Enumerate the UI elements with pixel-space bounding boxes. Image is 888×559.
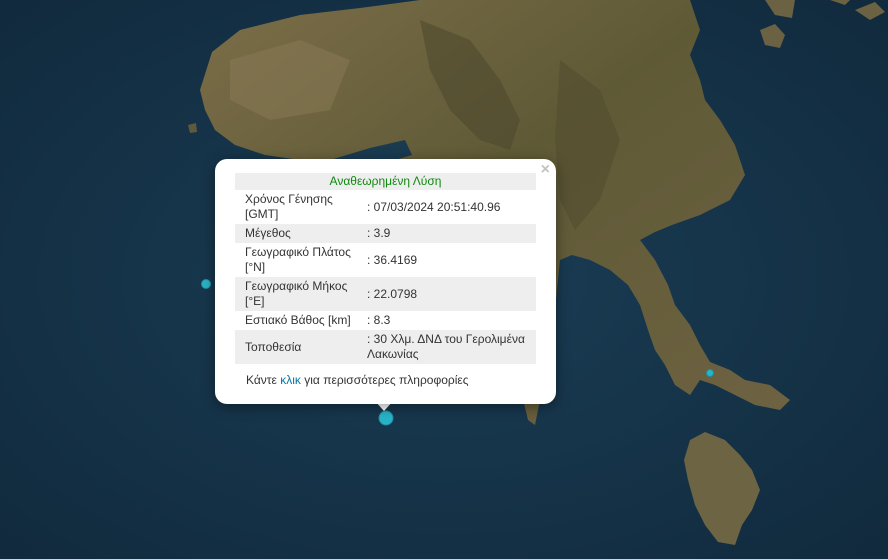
table-row: Εστιακό Βάθος [km] : 8.3: [235, 311, 536, 330]
popup-title: Αναθεωρημένη Λύση: [235, 173, 536, 190]
location-value: : 30 Χλμ. ΔΝΔ του Γερολιμένα Λακωνίας: [363, 330, 536, 364]
earthquake-marker[interactable]: [201, 279, 211, 289]
longitude-label: Γεωγραφικό Μήκος [°E]: [235, 277, 363, 311]
table-row: Μέγεθος : 3.9: [235, 224, 536, 243]
table-row: Γεωγραφικό Πλάτος [°N] : 36.4169: [235, 243, 536, 277]
longitude-value: : 22.0798: [363, 277, 536, 311]
origin-time-value: : 07/03/2024 20:51:40.96: [367, 199, 501, 214]
depth-label: Εστιακό Βάθος [km]: [245, 313, 351, 327]
close-icon[interactable]: ×: [541, 162, 550, 178]
latitude-label: Γεωγραφικό Πλάτος [°N]: [245, 245, 351, 274]
more-info-text: Κάντε κλικ για περισσότερες πληροφορίες: [246, 373, 469, 387]
latitude-value: : 36.4169: [367, 252, 418, 267]
table-row: Χρόνος Γένησης [GMT] : 07/03/2024 20:51:…: [235, 190, 536, 224]
magnitude-value: : 3.9: [363, 224, 536, 243]
earthquake-marker-selected[interactable]: [378, 410, 394, 426]
earthquake-marker[interactable]: [706, 369, 714, 377]
location-label: Τοποθεσία: [235, 330, 363, 364]
table-row: Τοποθεσία : 30 Χλμ. ΔΝΔ του Γερολιμένα Λ…: [235, 330, 536, 364]
more-info-suffix: για περισσότερες πληροφορίες: [304, 373, 469, 387]
more-info-prefix: Κάντε: [246, 373, 277, 387]
depth-value: : 8.3: [367, 313, 391, 327]
earthquake-details-table: Αναθεωρημένη Λύση Χρόνος Γένησης [GMT] :…: [235, 173, 536, 364]
earthquake-popup: × Αναθεωρημένη Λύση Χρόνος Γένησης [GMT]…: [215, 159, 556, 404]
origin-time-label: Χρόνος Γένησης [GMT]: [245, 192, 333, 221]
table-row: Γεωγραφικό Μήκος [°E] : 22.0798: [235, 277, 536, 311]
more-info-link[interactable]: κλικ: [280, 373, 301, 387]
magnitude-label: Μέγεθος: [235, 224, 363, 243]
table-row: Αναθεωρημένη Λύση: [235, 173, 536, 190]
